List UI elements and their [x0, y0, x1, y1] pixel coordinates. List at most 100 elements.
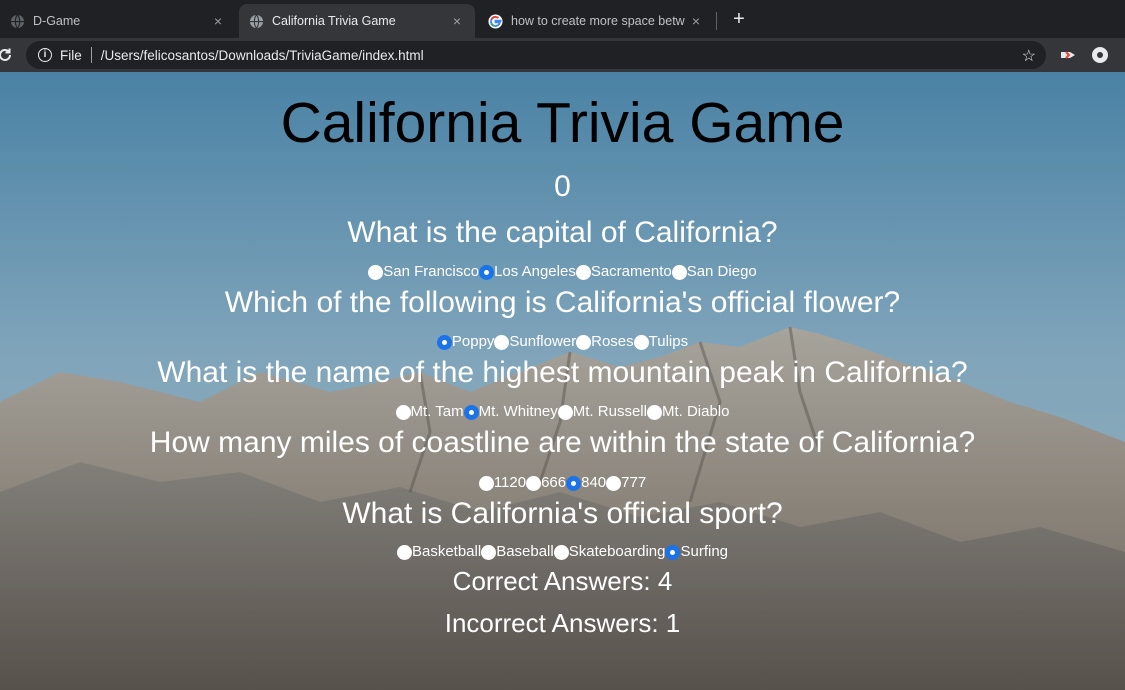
radio-button[interactable]	[396, 544, 412, 560]
option-label: 666	[541, 474, 567, 491]
radio-button[interactable]	[576, 334, 592, 350]
close-icon[interactable]: ×	[688, 13, 704, 29]
reload-icon[interactable]	[0, 46, 14, 64]
option[interactable]: Surfing	[665, 543, 728, 561]
radio-button[interactable]	[671, 264, 687, 280]
option[interactable]: San Diego	[671, 263, 757, 281]
radio-button-selected[interactable]	[479, 264, 495, 280]
option-label: Mt. Diablo	[661, 403, 730, 420]
option-label: Roses	[591, 333, 634, 350]
radio-button[interactable]	[395, 404, 411, 420]
option[interactable]: Tulips	[633, 333, 689, 351]
radio-button[interactable]	[553, 544, 569, 560]
radio-button[interactable]	[368, 264, 384, 280]
radio-button-selected[interactable]	[566, 475, 582, 491]
question-5-options: Basketball Baseball Skateboarding Surfin…	[0, 543, 1125, 561]
close-icon[interactable]: ×	[210, 13, 226, 29]
option-label: 777	[621, 474, 647, 491]
radio-button[interactable]	[478, 475, 494, 491]
google-icon	[488, 13, 503, 29]
question-1-options: San Francisco Los Angeles Sacramento San…	[0, 263, 1125, 281]
radio-button[interactable]	[575, 264, 591, 280]
browser-toolbar: i File /Users/felicosantos/Downloads/Tri…	[0, 38, 1125, 72]
option[interactable]: Mt. Tam	[395, 403, 464, 421]
radio-button[interactable]	[606, 475, 622, 491]
question-4-options: 1120 666 840 777	[0, 474, 1125, 492]
option-label: Mt. Russell	[572, 403, 647, 420]
option-label: San Diego	[686, 263, 757, 280]
new-tab-button[interactable]: +	[728, 8, 750, 30]
globe-icon	[10, 14, 25, 28]
question-2-options: Poppy Sunflower Roses Tulips	[0, 333, 1125, 351]
option[interactable]: Mt. Diablo	[646, 403, 730, 421]
option-label: 840	[581, 474, 607, 491]
option[interactable]: Mt. Russell	[557, 403, 647, 421]
tab-d-game[interactable]: D-Game ×	[0, 4, 236, 38]
score-counter: 0	[554, 170, 571, 203]
option[interactable]: Sunflower	[494, 333, 576, 351]
radio-button-selected[interactable]	[436, 334, 452, 350]
tab-title: California Trivia Game	[272, 14, 396, 28]
profile-extension-icon[interactable]	[1092, 47, 1108, 63]
option[interactable]: 1120	[478, 474, 527, 492]
extension-icon[interactable]	[1060, 47, 1076, 63]
radio-button[interactable]	[557, 404, 573, 420]
option[interactable]: Poppy	[436, 333, 495, 351]
tab-strip: D-Game × California Trivia Game × how to…	[0, 0, 1125, 38]
option[interactable]: Basketball	[396, 543, 482, 561]
option-label: Skateboarding	[568, 543, 666, 560]
question-2: Which of the following is California's o…	[224, 286, 901, 319]
radio-button[interactable]	[633, 334, 649, 350]
page-viewport: California Trivia Game 0 What is the cap…	[0, 72, 1125, 690]
info-icon[interactable]: i	[38, 48, 52, 62]
globe-icon	[249, 14, 264, 28]
option[interactable]: 840	[566, 474, 606, 492]
close-icon[interactable]: ×	[449, 13, 465, 29]
star-icon[interactable]: ☆	[1022, 46, 1036, 66]
option-label: Mt. Tam	[410, 403, 464, 420]
question-5: What is California's official sport?	[342, 497, 783, 530]
option[interactable]: Roses	[576, 333, 634, 351]
option[interactable]: Skateboarding	[553, 543, 666, 561]
option-label: Sacramento	[590, 263, 672, 280]
option-label: Sunflower	[509, 333, 577, 350]
radio-button[interactable]	[646, 404, 662, 420]
radio-button[interactable]	[481, 544, 497, 560]
option-label: Baseball	[496, 543, 554, 560]
option[interactable]: 777	[606, 474, 646, 492]
incorrect-answers: Incorrect Answers: 1	[444, 608, 681, 638]
option-label: Surfing	[680, 543, 729, 560]
option-label: Poppy	[451, 333, 495, 350]
option-label: Basketball	[411, 543, 482, 560]
tab-divider	[716, 12, 717, 30]
radio-button[interactable]	[526, 475, 542, 491]
radio-button[interactable]	[494, 334, 510, 350]
radio-button-selected[interactable]	[665, 544, 681, 560]
url-text[interactable]: /Users/felicosantos/Downloads/TriviaGame…	[101, 48, 424, 63]
question-3-options: Mt. Tam Mt. Whitney Mt. Russell Mt. Diab…	[0, 403, 1125, 421]
option-label: San Francisco	[383, 263, 480, 280]
tab-california-trivia[interactable]: California Trivia Game ×	[239, 4, 475, 38]
option-label: Los Angeles	[494, 263, 576, 280]
option[interactable]: Los Angeles	[479, 263, 576, 281]
option[interactable]: San Francisco	[368, 263, 479, 281]
question-4: How many miles of coastline are within t…	[149, 426, 976, 459]
game-title: California Trivia Game	[280, 91, 845, 155]
question-3: What is the name of the highest mountain…	[157, 356, 968, 389]
option[interactable]: 666	[526, 474, 566, 492]
address-bar[interactable]: i File /Users/felicosantos/Downloads/Tri…	[26, 41, 1046, 69]
correct-answers: Correct Answers: 4	[452, 566, 673, 596]
tab-title: how to create more space betw	[511, 14, 685, 28]
option[interactable]: Mt. Whitney	[463, 403, 558, 421]
option-label: Tulips	[648, 333, 689, 350]
option-label: 1120	[493, 474, 527, 491]
option[interactable]: Sacramento	[575, 263, 672, 281]
option[interactable]: Baseball	[481, 543, 554, 561]
tab-google-search[interactable]: how to create more space betw ×	[478, 4, 714, 38]
option-label: Mt. Whitney	[478, 403, 558, 420]
radio-button-selected[interactable]	[463, 404, 479, 420]
question-1: What is the capital of California?	[347, 216, 778, 249]
url-scheme: File	[60, 47, 82, 63]
tab-title: D-Game	[33, 14, 81, 28]
url-divider	[90, 47, 92, 63]
